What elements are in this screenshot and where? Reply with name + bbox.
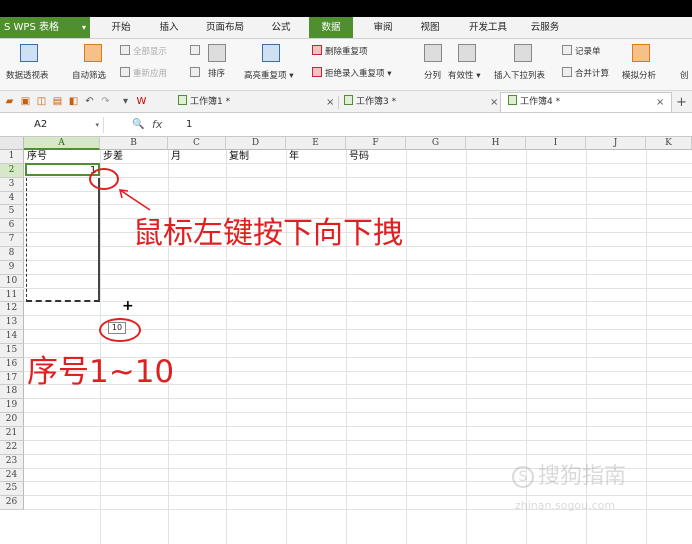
watermark-url: zhinan.sogou.com [515,499,616,512]
annotation-range: 序号1~10 [27,354,175,390]
watermark-logo: S 搜狗指南 [512,458,626,490]
watermark-brand: 搜狗指南 [538,464,627,489]
sogou-logo-icon: S [512,466,534,488]
annotation-drag-instruction: 鼠标左键按下向下拽 [133,216,403,251]
annotation-circle-tooltip [99,318,141,342]
annotation-circle-drag-handle [89,168,119,190]
